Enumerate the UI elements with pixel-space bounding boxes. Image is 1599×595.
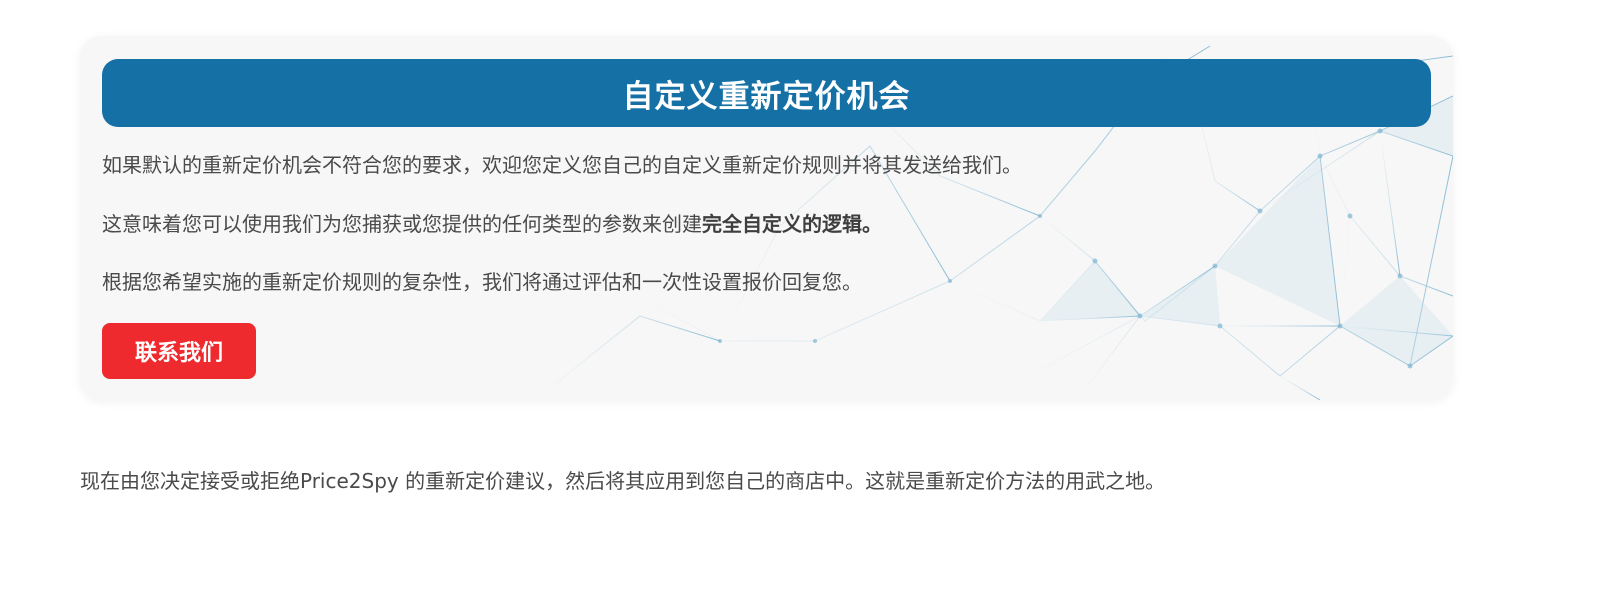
card-content: 自定义重新定价机会 如果默认的重新定价机会不符合您的要求，欢迎您定义您自己的自定… xyxy=(102,59,1431,379)
card-title-banner: 自定义重新定价机会 xyxy=(102,59,1431,127)
card-paragraph-2: 这意味着您可以使用我们为您捕获或您提供的任何类型的参数来创建完全自定义的逻辑。 xyxy=(102,209,882,239)
card-paragraph-2-text: 这意味着您可以使用我们为您捕获或您提供的任何类型的参数来创建 xyxy=(102,212,702,236)
card-paragraph-3: 根据您希望实施的重新定价规则的复杂性，我们将通过评估和一次性设置报价回复您。 xyxy=(102,270,862,294)
page: 自定义重新定价机会 如果默认的重新定价机会不符合您的要求，欢迎您定义您自己的自定… xyxy=(0,0,1599,595)
custom-repricing-card: 自定义重新定价机会 如果默认的重新定价机会不符合您的要求，欢迎您定义您自己的自定… xyxy=(80,36,1453,400)
card-paragraph-1: 如果默认的重新定价机会不符合您的要求，欢迎您定义您自己的自定义重新定价规则并将其… xyxy=(102,153,1022,177)
card-paragraph-2-bold: 完全自定义的逻辑。 xyxy=(702,212,882,236)
contact-us-button[interactable]: 联系我们 xyxy=(102,323,256,379)
repricing-decision-text: 现在由您决定接受或拒绝Price2Spy 的重新定价建议，然后将其应用到您自己的… xyxy=(80,469,1166,493)
